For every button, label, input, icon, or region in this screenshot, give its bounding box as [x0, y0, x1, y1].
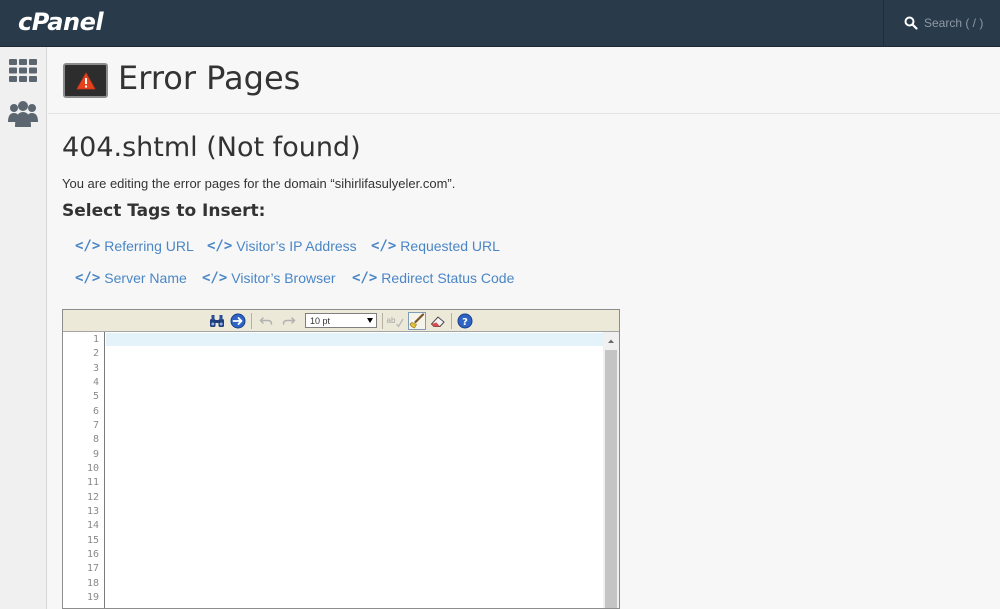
line-number: 15 [86, 534, 99, 546]
redo-button[interactable] [280, 312, 298, 330]
code-icon: </> [371, 238, 397, 254]
tag-visitor-ip-address[interactable]: </> Visitor’s IP Address [207, 235, 357, 257]
line-number: 17 [86, 563, 99, 575]
spellcheck-icon: ab [387, 316, 404, 328]
code-text-area[interactable] [106, 332, 603, 608]
page-title: Error Pages [118, 59, 301, 97]
code-icon: </> [352, 270, 378, 286]
scroll-thumb[interactable] [605, 350, 617, 608]
tag-label: Visitor’s Browser [231, 270, 336, 286]
line-number: 10 [86, 462, 99, 474]
svg-text:ab: ab [387, 316, 396, 325]
search-box [883, 0, 1000, 47]
tags-title: Select Tags to Insert: [62, 201, 266, 221]
help-icon: ? [457, 313, 473, 329]
tag-visitor-browser[interactable]: </> Visitor’s Browser [202, 267, 336, 289]
scroll-up-button[interactable] [603, 334, 619, 348]
line-number: 11 [86, 477, 99, 489]
code-icon: </> [207, 238, 233, 254]
tag-label: Visitor’s IP Address [236, 238, 357, 254]
tag-label: Redirect Status Code [381, 270, 515, 286]
cpanel-logo[interactable]: cPanel [18, 8, 104, 36]
tag-redirect-status-code[interactable]: </> Redirect Status Code [352, 267, 514, 289]
help-button[interactable]: ? [456, 312, 474, 330]
sidebar-item-home[interactable] [8, 57, 40, 87]
find-button[interactable] [208, 312, 226, 330]
tag-requested-url[interactable]: </> Requested URL [371, 235, 500, 257]
section-title: 404.shtml (Not found) [62, 132, 361, 163]
line-number: 19 [86, 591, 99, 603]
page-header: Error Pages [48, 47, 1000, 114]
spellcheck-button[interactable]: ab [386, 312, 404, 330]
line-number: 16 [86, 548, 99, 560]
goto-icon [230, 313, 246, 329]
warning-icon [76, 72, 95, 89]
editor-toolbar: 10 pt ab ? [63, 310, 619, 332]
line-number-gutter: 1 2 3 4 5 6 7 8 9 10 11 12 13 14 15 16 17 18 19 [63, 332, 105, 608]
sidebar [0, 47, 47, 609]
binoculars-icon [210, 315, 224, 327]
domain-info: You are editing the error pages for the … [62, 176, 456, 191]
tag-referring-url[interactable]: </> Referring URL [75, 235, 194, 257]
goto-line-button[interactable] [229, 312, 247, 330]
tag-label: Requested URL [400, 238, 500, 254]
users-icon [8, 101, 38, 127]
search-input[interactable] [924, 12, 998, 34]
header-icon-frame [63, 63, 108, 98]
font-size-value: 10 pt [310, 315, 331, 326]
line-number: 12 [86, 491, 99, 503]
editor-scrollbar[interactable] [603, 332, 619, 608]
sidebar-item-users[interactable] [8, 99, 40, 129]
code-icon: </> [75, 238, 101, 254]
tag-label: Referring URL [104, 238, 194, 254]
grid-icon [9, 59, 37, 82]
chevron-up-icon [608, 339, 614, 343]
svg-text:?: ? [462, 317, 468, 328]
top-bar: cPanel [0, 0, 1000, 47]
font-size-select[interactable]: 10 pt [305, 313, 377, 328]
code-icon: </> [202, 270, 228, 286]
line-number: 1 [92, 334, 99, 345]
tag-server-name[interactable]: </> Server Name [75, 267, 187, 289]
line-number: 2 [92, 348, 99, 360]
tag-label: Server Name [104, 270, 187, 286]
undo-icon [259, 317, 273, 325]
code-editor: 10 pt ab ? 1 2 3 4 5 6 7 8 9 10 11 12 13… [62, 309, 620, 609]
brush-icon [409, 313, 425, 329]
search-icon[interactable] [904, 16, 918, 30]
line-number: 7 [92, 419, 99, 431]
line-number: 18 [86, 577, 99, 589]
code-icon: </> [75, 270, 101, 286]
undo-button[interactable] [257, 312, 275, 330]
line-number: 5 [92, 391, 99, 403]
chevron-down-icon [367, 318, 373, 323]
line-number: 4 [92, 376, 99, 388]
redo-icon [282, 317, 296, 325]
reset-button[interactable] [429, 312, 447, 330]
line-number: 6 [92, 405, 99, 417]
line-number: 8 [92, 434, 99, 446]
line-number: 14 [86, 520, 99, 532]
line-number: 9 [92, 448, 99, 460]
eraser-icon [430, 316, 445, 327]
line-number: 3 [92, 362, 99, 374]
active-line-highlight [106, 333, 603, 346]
highlight-toggle-button[interactable] [408, 312, 426, 330]
line-number: 13 [86, 505, 99, 517]
